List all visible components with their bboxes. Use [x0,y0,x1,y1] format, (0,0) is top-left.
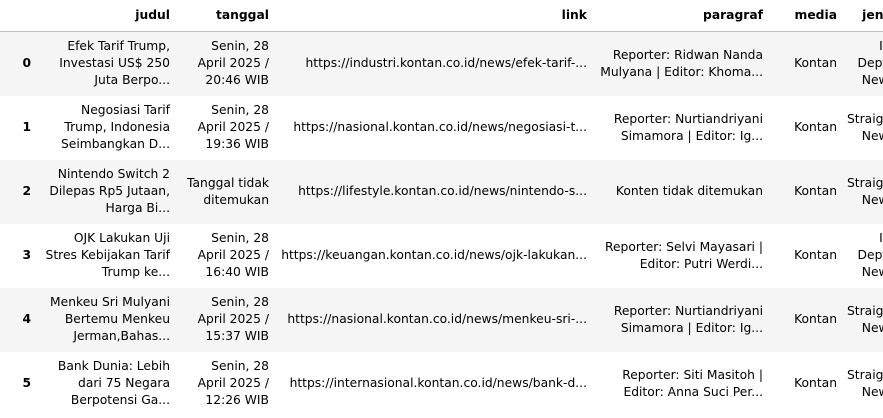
table-row: 2 Nintendo Switch 2 Dilepas Rp5 Jutaan, … [0,159,883,224]
cell-media: Kontan [794,56,837,71]
cell-paragraf: Reporter: Ridwan Nanda Mulyana | Editor:… [600,47,763,79]
cell-jenis: Straight News [847,303,883,335]
row-index: 0 [22,56,31,71]
header-link: link [274,0,592,32]
cell-jenis: Straight News [847,367,883,399]
cell-tanggal: Senin, 28 April 2025 / 16:40 WIB [197,231,269,279]
table-row: 0 Efek Tarif Trump, Investasi US$ 250 Ju… [0,31,883,96]
cell-jenis: In-Depth News [857,39,883,88]
header-paragraf: paragraf [592,0,768,32]
cell-link: https://industri.kontan.co.id/news/efek-… [305,56,587,71]
cell-media: Kontan [794,312,837,326]
row-index: 5 [22,376,31,390]
row-index: 1 [22,120,31,134]
cell-paragraf: Reporter: Nurtiandriyani Simamora | Edit… [613,111,763,143]
cell-tanggal: Tanggal tidak ditemukan [187,175,269,207]
cell-jenis: Straight News [847,111,883,143]
cell-judul: Efek Tarif Trump, Investasi US$ 250 Juta… [59,39,170,88]
header-jenis: jenis [842,0,883,32]
cell-link: https://keuangan.kontan.co.id/news/ojk-l… [281,248,587,262]
table-row: 3 OJK Lakukan Uji Stres Kebijakan Tarif … [0,223,883,288]
cell-tanggal: Senin, 28 April 2025 / 15:37 WIB [197,295,269,343]
cell-jenis: In-Depth News [857,231,883,279]
table-row: 4 Menkeu Sri Mulyani Bertemu Menkeu Jerm… [0,287,883,352]
row-index: 4 [22,312,31,326]
cell-judul: Menkeu Sri Mulyani Bertemu Menkeu Jerman… [50,295,170,343]
header-row: judul tanggal link paragraf media jenis [0,0,883,32]
header-index [0,0,36,32]
header-media: media [768,0,842,32]
cell-link: https://nasional.kontan.co.id/news/negos… [293,120,587,134]
cell-media: Kontan [794,248,837,262]
table-header: judul tanggal link paragraf media jenis [0,0,883,32]
row-index: 3 [22,248,31,262]
cell-judul: Nintendo Switch 2 Dilepas Rp5 Jutaan, Ha… [49,167,170,215]
cell-paragraf: Reporter: Selvi Mayasari | Editor: Putri… [604,239,763,271]
table-body: 0 Efek Tarif Trump, Investasi US$ 250 Ju… [0,31,883,416]
cell-paragraf: Konten tidak ditemukan [615,184,763,198]
cell-media: Kontan [794,376,837,390]
table-row: 5 Bank Dunia: Lebih dari 75 Negara Berpo… [0,351,883,416]
header-judul: judul [36,0,175,32]
cell-link: https://nasional.kontan.co.id/news/menke… [287,312,587,326]
dataframe-table: judul tanggal link paragraf media jenis … [0,0,883,416]
cell-tanggal: Senin, 28 April 2025 / 12:26 WIB [197,359,269,407]
cell-judul: OJK Lakukan Uji Stres Kebijakan Tarif Tr… [45,231,170,279]
cell-paragraf: Reporter: Siti Masitoh | Editor: Anna Su… [622,367,763,399]
table-row: 1 Negosiasi Tarif Trump, Indonesia Seimb… [0,95,883,160]
cell-paragraf: Reporter: Nurtiandriyani Simamora | Edit… [613,303,763,335]
cell-link: https://lifestyle.kontan.co.id/news/nint… [298,184,587,198]
cell-judul: Bank Dunia: Lebih dari 75 Negara Berpote… [57,359,170,407]
cell-jenis: Straight News [847,175,883,207]
cell-media: Kontan [794,120,837,134]
header-tanggal: tanggal [175,0,274,32]
cell-tanggal: Senin, 28 April 2025 / 19:36 WIB [197,103,269,151]
row-index: 2 [22,184,31,198]
cell-tanggal: Senin, 28 April 2025 / 20:46 WIB [197,39,269,88]
cell-media: Kontan [794,184,837,198]
cell-link: https://internasional.kontan.co.id/news/… [289,376,587,390]
cell-judul: Negosiasi Tarif Trump, Indonesia Seimban… [60,103,170,151]
